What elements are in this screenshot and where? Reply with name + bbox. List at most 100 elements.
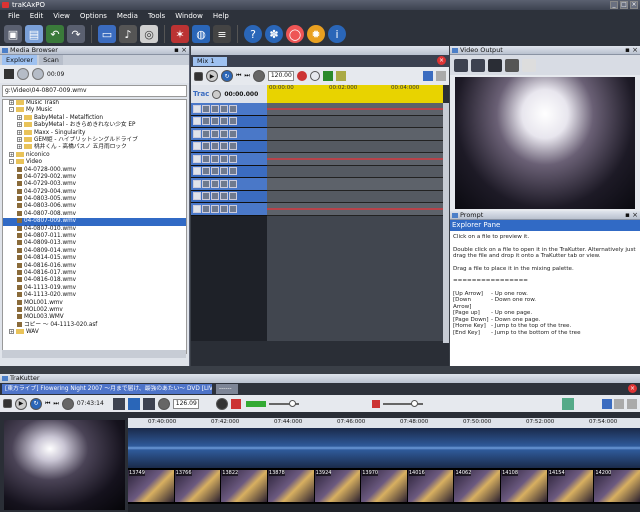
tree-file[interactable]: MOL001.wmv [3,299,186,307]
expand-icon[interactable]: + [9,151,14,157]
import-icon[interactable] [423,71,433,81]
rewind-icon[interactable]: ⏮ [236,72,241,80]
track-lane[interactable] [267,178,443,191]
track-header[interactable] [191,153,267,166]
tree-folder[interactable]: + Music Trash [3,100,186,107]
rewind-icon[interactable]: ⏮ [45,400,50,408]
expand-icon[interactable]: + [9,329,14,335]
network-icon[interactable]: ✽ [265,25,283,43]
track-toggle-icon[interactable] [229,142,237,151]
add-track-icon[interactable] [322,71,333,81]
monitor-icon[interactable]: ▭ [98,25,116,43]
settings-icon[interactable]: ✹ [307,25,325,43]
expand-icon[interactable]: + [17,144,22,150]
collapse-icon[interactable]: - [9,159,14,165]
tree-file[interactable]: コピー ～ 04-1113-020.asf [3,321,186,329]
track-toggle-icon[interactable] [211,117,219,126]
frames-icon[interactable] [142,397,155,410]
track-lane[interactable] [267,115,443,128]
video-frame[interactable]: 14016 [407,470,454,502]
track-toggle-icon[interactable] [220,117,228,126]
tree-folder[interactable]: + niconico [3,151,186,159]
stop-icon[interactable] [3,399,12,408]
close-panel-icon[interactable]: ▪ × [625,211,638,220]
track-toggle-icon[interactable] [229,154,237,163]
minimize-button[interactable]: _ [610,1,618,9]
track-toggle-icon[interactable] [220,192,228,201]
play-icon[interactable]: ▶ [206,70,218,82]
video-frame[interactable]: 13766 [174,470,221,502]
equalizer-icon[interactable]: ≡ [213,25,231,43]
track-toggle-icon[interactable] [211,104,219,113]
menu-file[interactable]: File [8,10,20,22]
track-header[interactable] [191,140,267,153]
capture-icon[interactable] [454,58,468,72]
track-toggle-icon[interactable] [193,129,201,138]
horizontal-scrollbar[interactable] [2,350,186,358]
forward-icon[interactable]: ⏭ [244,72,249,80]
loop-icon[interactable]: ↻ [221,70,233,82]
menu-media[interactable]: Media [117,10,138,22]
video-frame[interactable]: 14200 [594,470,640,502]
track-toggle-icon[interactable] [220,179,228,188]
volume-slider[interactable] [268,399,299,407]
close-tab-icon[interactable]: × [628,384,637,393]
filter-icon[interactable] [471,58,485,72]
tree-file[interactable]: 04-0803-006.wmv [3,203,186,210]
tree-file[interactable]: 04-0809-013.wmv [3,240,186,247]
tab-second[interactable]: ------ [216,384,238,394]
track-toggle-icon[interactable] [211,154,219,163]
tree-folder[interactable]: + Maxx - Singularity [3,129,186,137]
help-icon[interactable]: ? [244,25,262,43]
tempo-knob-icon[interactable] [157,397,170,410]
track-toggle-icon[interactable] [211,204,219,213]
track-lane[interactable] [267,140,443,153]
track-toggle-icon[interactable] [220,204,228,213]
tree-file[interactable]: 04-0807-009.wmv [3,218,186,226]
lifebuoy-icon[interactable]: ◯ [286,25,304,43]
track-header[interactable] [191,115,267,128]
track-toggle-icon[interactable] [202,167,210,176]
track-toggle-icon[interactable] [193,204,201,213]
track-toggle-icon[interactable] [211,192,219,201]
tab-explorer[interactable]: Explorer [2,55,38,65]
timeline-area[interactable]: 00:00:00 00:02:000 00:04:000 [267,85,443,341]
expand-icon[interactable]: + [9,100,14,105]
track-toggle-icon[interactable] [211,167,219,176]
frame-strip[interactable]: 13749 13766 13822 13878 13924 13970 14016 14062… [128,468,640,504]
star-icon[interactable]: ✶ [171,25,189,43]
track-lane[interactable] [267,103,443,116]
tree-file[interactable]: 04-0809-014.wmv [3,247,186,255]
play-icon[interactable]: ▶ [15,397,27,410]
track-toggle-icon[interactable] [220,167,228,176]
track-toggle-icon[interactable] [193,142,201,151]
video-frame[interactable]: 13878 [267,470,314,502]
tree-file[interactable]: 04-0816-017.wmv [3,269,186,277]
close-panel-icon[interactable]: ▪ × [625,46,638,55]
track-toggle-icon[interactable] [202,204,210,213]
track-toggle-icon[interactable] [211,142,219,151]
tree-file[interactable]: MOL002.wmv [3,306,186,314]
tree-file[interactable]: 04-0729-004.wmv [3,188,186,196]
track-toggle-icon[interactable] [193,154,201,163]
track-header[interactable] [191,165,267,178]
video-frame[interactable]: 14108 [501,470,547,502]
tree-file[interactable]: 04-0816-018.wmv [3,277,186,284]
track-toggle-icon[interactable] [211,129,219,138]
track-toggle-icon[interactable] [229,104,237,113]
tree-folder[interactable]: - Video [3,159,186,166]
track-toggle-icon[interactable] [220,154,228,163]
tree-file[interactable]: 04-0807-008.wmv [3,210,186,218]
trakutter-ruler[interactable]: 07:40:000 07:42:000 07:44:000 07:46:000 07:4… [128,418,640,428]
track-lane[interactable] [267,190,443,203]
track-toggle-icon[interactable] [202,117,210,126]
globe-icon[interactable]: ◍ [192,25,210,43]
metronome-icon[interactable] [309,71,320,81]
tree-file[interactable]: MOL003.WMV [3,314,186,321]
menu-tools[interactable]: Tools [148,10,165,22]
track-toggle-icon[interactable] [193,179,201,188]
save-icon[interactable] [627,398,637,409]
export-icon[interactable] [436,71,446,81]
tree-file[interactable]: 04-0729-002.wmv [3,173,186,181]
track-toggle-icon[interactable] [202,104,210,113]
